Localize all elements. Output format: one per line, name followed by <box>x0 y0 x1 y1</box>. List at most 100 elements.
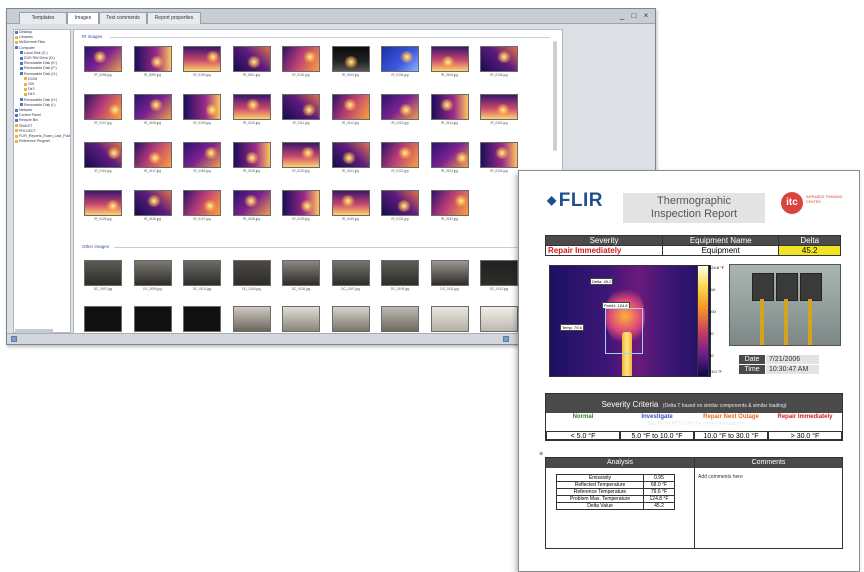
thumbnail-hotspot <box>342 99 357 111</box>
ir-thumbnail[interactable] <box>232 46 271 72</box>
ir-thumbnail[interactable] <box>381 190 419 216</box>
tree-item-label: Removable Disk (F:) <box>24 66 57 71</box>
ir-thumbnail[interactable] <box>84 46 122 72</box>
thumbnail-view-icon[interactable] <box>503 336 509 342</box>
ir-thumbnail[interactable] <box>331 142 370 168</box>
photo-thumbnail[interactable] <box>133 306 172 332</box>
photo-thumbnail[interactable] <box>183 306 221 332</box>
photo-thumbnail[interactable] <box>84 306 122 332</box>
photo-thumbnail[interactable] <box>331 306 370 332</box>
image-scrollbar[interactable] <box>553 41 557 151</box>
ir-thumbnail[interactable] <box>183 190 221 216</box>
photo-thumbnail[interactable] <box>331 260 370 286</box>
thumbnail-caption: DC_0105.jpg <box>291 287 311 291</box>
folder-icon <box>15 40 18 44</box>
photo-thumbnail[interactable] <box>232 260 271 286</box>
ir-thumbnail[interactable] <box>183 94 221 120</box>
photo-thumbnail[interactable] <box>282 260 320 286</box>
ir-thumbnail[interactable] <box>133 94 172 120</box>
ir-thumbnail[interactable] <box>331 46 370 72</box>
report-title-line2: Inspection Report <box>650 208 738 220</box>
ir-thumbnail[interactable] <box>232 142 271 168</box>
drive-icon <box>20 103 23 107</box>
thumbnail-caption: IR_0117.jpg <box>144 169 161 173</box>
ir-thumbnail[interactable] <box>232 94 271 120</box>
ir-thumbnail[interactable] <box>480 94 518 120</box>
photo-thumbnail[interactable] <box>84 260 122 286</box>
photo-thumbnail[interactable] <box>183 260 221 286</box>
ir-thumbnail[interactable] <box>183 46 221 72</box>
ir-thumbnail[interactable] <box>381 142 419 168</box>
ir-thumbnail[interactable] <box>282 142 320 168</box>
photo-thumbnail[interactable] <box>430 260 469 286</box>
ir-thumbnail[interactable] <box>381 46 419 72</box>
thumbnail-caption: IR_0126.jpg <box>143 217 162 221</box>
thumbnail-caption: IR_0105.jpg <box>440 73 459 77</box>
ir-thumbnail[interactable] <box>84 190 122 216</box>
ir-thumbnail[interactable] <box>282 94 320 120</box>
folder-icon <box>15 134 18 138</box>
thermographic-report-page: ◆ FLIR Thermographic Inspection Report it… <box>518 170 860 572</box>
ir-thumbnail[interactable] <box>430 94 469 120</box>
criteria-label: Repair Immediately <box>777 414 833 420</box>
criteria-title: Severity Criteria <box>601 400 659 409</box>
tab-images[interactable]: Images <box>67 12 99 24</box>
thumbnail-caption: IR_0098.jpg <box>94 73 112 77</box>
thumbnail-hotspot <box>203 200 217 212</box>
photo-thumbnail[interactable] <box>480 260 518 286</box>
thumbnail-caption: IR_0123.jpg <box>440 169 459 173</box>
flir-logo: ◆ FLIR <box>547 190 603 212</box>
tab-report-properties[interactable]: Report properties <box>147 12 201 24</box>
photo-thumbnail[interactable] <box>381 306 419 332</box>
breaker <box>776 273 798 301</box>
ir-thumbnail[interactable] <box>133 142 172 168</box>
ir-thumbnail[interactable] <box>430 142 469 168</box>
folder-icon <box>24 92 27 96</box>
photo-thumbnail[interactable] <box>282 306 320 332</box>
thumbnail-caption: IR_0110.jpg <box>243 121 260 125</box>
ir-thumbnail[interactable] <box>84 94 122 120</box>
photo-thumbnail[interactable] <box>430 306 469 332</box>
folder-view-icon[interactable] <box>11 336 17 342</box>
photo-thumbnail[interactable] <box>133 260 172 286</box>
analysis-header: Analysis <box>546 458 694 468</box>
tab-text-comments[interactable]: Text comments <box>99 12 147 24</box>
ir-thumbnail[interactable] <box>381 94 419 120</box>
ir-thumbnail[interactable] <box>84 142 122 168</box>
tree-item[interactable]: Reference Program <box>14 139 70 144</box>
ir-thumbnail[interactable] <box>480 142 518 168</box>
ir-thumbnail[interactable] <box>282 190 320 216</box>
tab-templates[interactable]: Templates <box>19 12 67 24</box>
thumbnail-caption: IR_0131.jpg <box>391 217 409 221</box>
ir-thumbnail[interactable] <box>480 46 518 72</box>
ir-thumbnail[interactable] <box>133 190 172 216</box>
thumbnail-caption: IR_0103.jpg <box>341 73 360 77</box>
photo-thumbnail[interactable] <box>480 306 518 332</box>
comments-text[interactable]: Add comments here <box>698 474 743 480</box>
ir-thumbnail[interactable] <box>331 190 370 216</box>
ir-thumbnail[interactable] <box>133 46 172 72</box>
ir-thumbnail[interactable] <box>331 94 370 120</box>
ir-thumbnail[interactable] <box>232 190 271 216</box>
analysis-comments: Analysis Comments Emissivity 0.95 Reflecte… <box>545 457 843 549</box>
ir-thumbnail[interactable] <box>430 190 469 216</box>
flir-logo-text: FLIR <box>558 190 603 211</box>
criteria-range: < 5.0 °F <box>546 431 620 440</box>
add-icon[interactable]: ⊕ <box>539 451 543 457</box>
point2-marker: Temp: 79.6 <box>560 324 584 331</box>
minimize-button[interactable]: _ <box>617 11 627 21</box>
folder-icon <box>15 124 18 128</box>
photo-thumbnail[interactable] <box>381 260 419 286</box>
thumbnail-hotspot <box>453 195 468 207</box>
analysis-value: 124.8 °F <box>643 495 675 503</box>
ir-thumbnail[interactable] <box>430 46 469 72</box>
report-title: Thermographic Inspection Report <box>623 193 765 223</box>
ir-thumbnail[interactable] <box>282 46 320 72</box>
tree-item-label: Removable Disk (G:) <box>24 71 58 76</box>
maximize-button[interactable]: □ <box>629 11 639 21</box>
ir-thumbnail[interactable] <box>183 142 221 168</box>
photo-thumbnail[interactable] <box>232 306 271 332</box>
close-button[interactable]: × <box>641 11 651 21</box>
thumbnail-caption: IR_0132.jpg <box>440 217 459 221</box>
divider <box>694 458 695 548</box>
